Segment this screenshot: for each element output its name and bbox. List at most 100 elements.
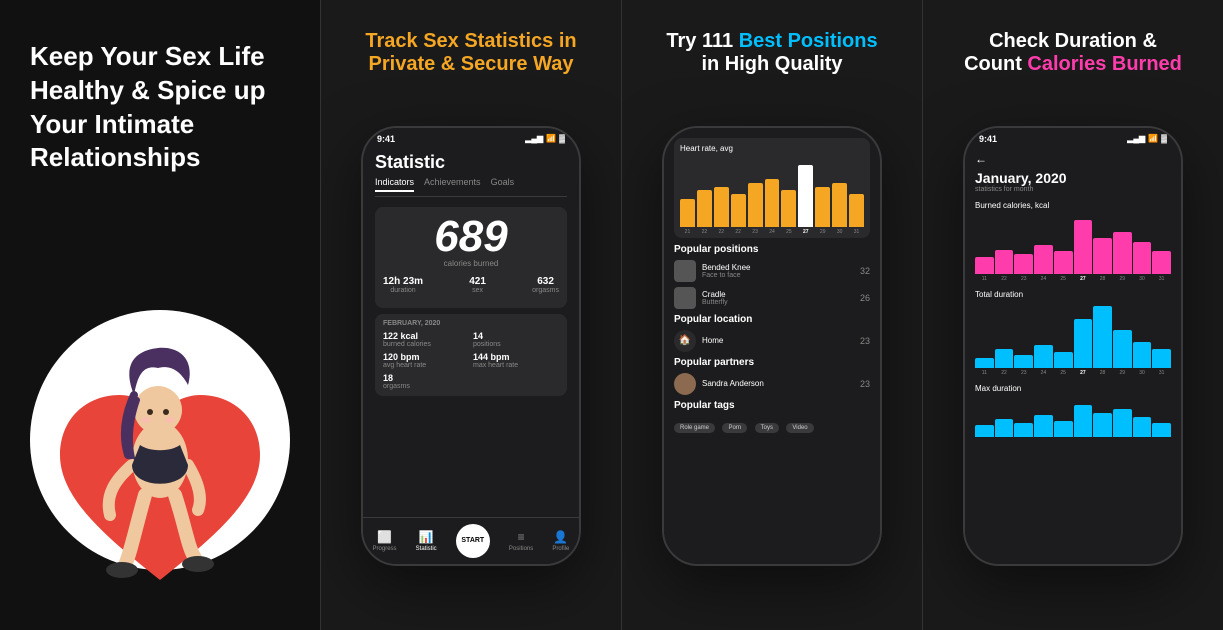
stat-sex: 421 sex: [469, 276, 486, 294]
phone-3-wrapper: Heart rate, avg: [642, 91, 902, 600]
cal-bar-3: [1014, 254, 1033, 274]
month-section: FEBRUARY, 2020 122 kcal burned calories …: [375, 314, 567, 396]
tab-goals[interactable]: Goals: [491, 177, 515, 192]
bar-10: [832, 183, 847, 226]
panel-4-title-colored: Calories Burned: [1027, 53, 1181, 75]
panel-1: Keep Your Sex Life Healthy & Spice up Yo…: [0, 0, 320, 630]
panel-2: Track Sex Statistics in Private & Secure…: [320, 0, 621, 630]
position-item-2: Cradle Butterfly 26: [674, 287, 870, 309]
popular-tags-section: Popular tags Role game Porn Toys Video: [674, 400, 870, 434]
cal-bar-5: [1054, 251, 1073, 274]
phone-2-time: 9:41: [377, 134, 395, 144]
phone-2: 9:41 ▂▄▆ 📶 ▓ Statistic Indicators Achiev…: [361, 126, 581, 566]
bar-7: [781, 190, 796, 226]
position-item-1: Bended Knee Face to face 32: [674, 260, 870, 282]
max-bar-3: [1014, 423, 1033, 437]
bar-3: [714, 187, 729, 227]
month-stats-grid: 122 kcal burned calories 14 positions 12…: [383, 331, 559, 390]
cal-bar-8: [1113, 232, 1132, 274]
phone-4-screen: 9:41 ▂▄▆ 📶 ▓ ← January, 2020 statistics …: [965, 128, 1181, 564]
month-stat-avg-hr: 120 bpm avg heart rate: [383, 352, 469, 369]
bar-4: [731, 194, 746, 226]
cal-x-labels: 11 22 23 24 25 27 28 29 30 31: [975, 276, 1171, 282]
partner-item-1: Sandra Anderson 23: [674, 373, 870, 395]
phone-4: 9:41 ▂▄▆ 📶 ▓ ← January, 2020 statistics …: [963, 126, 1183, 566]
dur-bar-9: [1133, 342, 1152, 368]
position-avatar-1: [674, 260, 696, 282]
month-stat-max-hr: 144 bpm max heart rate: [473, 352, 559, 369]
bar-9: [815, 187, 830, 227]
phone-4-wrapper: 9:41 ▂▄▆ 📶 ▓ ← January, 2020 statistics …: [943, 91, 1203, 600]
battery-icon: ▓: [559, 134, 565, 143]
dur-bar-2: [995, 349, 1014, 367]
phone-2-wrapper: 9:41 ▂▄▆ 📶 ▓ Statistic Indicators Achiev…: [341, 91, 601, 600]
phone-4-time: 9:41: [979, 134, 997, 144]
bar-5: [748, 183, 763, 226]
phone-2-screen: 9:41 ▂▄▆ 📶 ▓ Statistic Indicators Achiev…: [363, 128, 579, 564]
max-bar-5: [1054, 421, 1073, 437]
signal-icon-4: ▂▄▆: [1127, 134, 1145, 143]
heading-line-4: Relationships: [30, 142, 200, 172]
positions-icon: ≡: [518, 530, 525, 544]
dur-bar-highlight: [1074, 319, 1093, 368]
month-stat-positions: 14 positions: [473, 331, 559, 348]
x-labels: 21 22 22 22 23 24 25 27 29 30 31: [680, 229, 864, 235]
phone-2-status-icons: ▂▄▆ 📶 ▓: [525, 134, 565, 143]
panel-2-title: Track Sex Statistics in Private & Secure…: [365, 30, 576, 76]
wifi-icon: 📶: [546, 134, 556, 143]
panel-2-title-colored: Private & Secure Way: [369, 53, 574, 75]
panel-1-heading: Keep Your Sex Life Healthy & Spice up Yo…: [30, 40, 266, 175]
nav-statistic[interactable]: 📊 Statistic: [416, 530, 437, 552]
tab-achievements[interactable]: Achievements: [424, 177, 481, 192]
cal-bar-4: [1034, 245, 1053, 274]
phone-2-content: Statistic Indicators Achievements Goals …: [363, 146, 579, 408]
big-number-label: calories burned: [383, 259, 559, 268]
panel-3-title-plain2: in High Quality: [701, 53, 842, 75]
panel-3-title-colored: Best Positions: [739, 30, 878, 52]
phone-2-screen-title: Statistic: [375, 152, 567, 173]
max-dur-bars: [975, 397, 1171, 437]
progress-icon: ⬜: [377, 530, 392, 544]
panel-3: Try 111 Best Positions in High Quality H…: [621, 0, 922, 630]
battery-icon-4: ▓: [1161, 134, 1167, 143]
stats-row: 12h 23m duration 421 sex 632 orgasms: [383, 276, 559, 294]
heading-line-3: Your Intimate: [30, 109, 194, 139]
bar-11: [849, 194, 864, 226]
popular-location-section: Popular location 🏠 Home 23: [674, 314, 870, 352]
nav-progress[interactable]: ⬜ Progress: [373, 530, 397, 552]
tag-toys: Toys: [755, 423, 779, 433]
max-bar-7: [1093, 413, 1112, 437]
phone-4-notch: [1033, 128, 1113, 146]
position-avatar-2: [674, 287, 696, 309]
nav-profile[interactable]: 👤 Profile: [552, 530, 569, 552]
max-bar-4: [1034, 415, 1053, 437]
max-bar-2: [995, 419, 1014, 437]
back-arrow[interactable]: ←: [975, 152, 1171, 166]
max-bar-8: [1113, 409, 1132, 437]
home-icon: 🏠: [674, 330, 696, 352]
max-bar-9: [1133, 417, 1152, 437]
tag-role-game: Role game: [674, 423, 715, 433]
bar-highlight: [798, 165, 813, 227]
tags-container: Role game Porn Toys Video: [674, 416, 870, 434]
cal-bar-1: [975, 257, 994, 274]
nav-positions[interactable]: ≡ Positions: [509, 530, 533, 552]
cal-bar-9: [1133, 242, 1152, 273]
calories-bars: [975, 214, 1171, 274]
cal-bar-highlight: [1074, 220, 1093, 274]
bar-6: [765, 179, 780, 227]
cal-bar-10: [1152, 251, 1171, 274]
tab-indicators[interactable]: Indicators: [375, 177, 414, 192]
calories-chart-section: Burned calories, kcal: [975, 201, 1171, 282]
dur-bar-7: [1093, 306, 1112, 368]
dur-x-labels: 11 22 23 24 25 27 28 29 30 31: [975, 370, 1171, 376]
max-bar-10: [1152, 423, 1171, 437]
profile-icon: 👤: [553, 530, 568, 544]
signal-icon: ▂▄▆: [525, 134, 543, 143]
dur-bar-1: [975, 358, 994, 368]
tag-video: Video: [786, 423, 813, 433]
person-illustration: [50, 300, 270, 610]
panel-4: Check Duration &Count Calories Burned 9:…: [922, 0, 1223, 630]
nav-start-button[interactable]: START: [456, 524, 490, 558]
month-stat-kcal: 122 kcal burned calories: [383, 331, 469, 348]
